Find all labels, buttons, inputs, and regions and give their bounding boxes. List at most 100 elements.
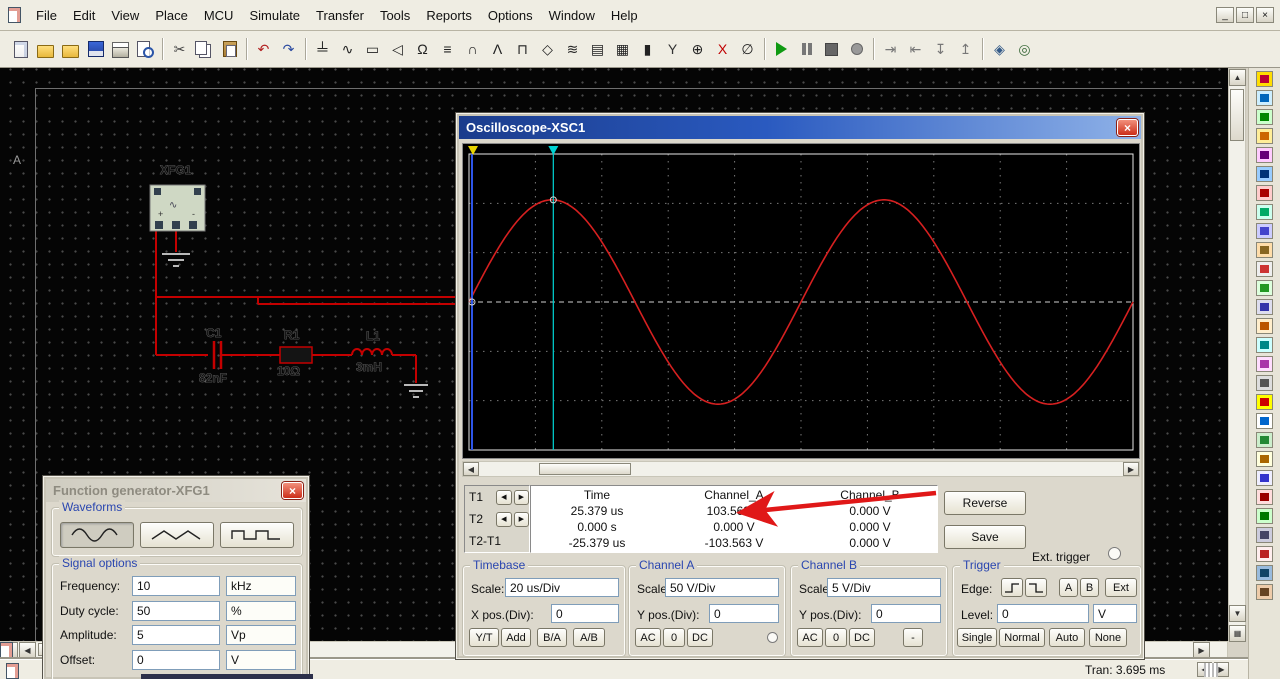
step-over-icon[interactable]: ↧ — [928, 37, 953, 62]
paste-icon[interactable] — [217, 37, 242, 62]
trigger-auto-button[interactable]: Auto — [1049, 628, 1085, 647]
scroll-down-button[interactable]: ▼ — [1229, 605, 1246, 622]
channel-a-zero-button[interactable]: 0 — [663, 628, 685, 647]
copy-icon[interactable] — [192, 37, 217, 62]
t2-left-button[interactable]: ◀ — [496, 511, 512, 527]
ba-mode-button[interactable]: B/A — [537, 628, 567, 647]
place-resistor-icon[interactable]: Ω — [410, 37, 435, 62]
place-bus-icon[interactable]: ≡ — [435, 37, 460, 62]
parts-bin-icon-17[interactable] — [1256, 375, 1273, 391]
capacitor-c1[interactable] — [212, 341, 223, 369]
menu-view[interactable]: View — [103, 4, 147, 27]
rising-edge-button[interactable] — [1001, 578, 1023, 597]
channel-b-dc-button[interactable]: DC — [849, 628, 875, 647]
scope-scroll-left-button[interactable]: ◀ — [463, 462, 479, 476]
menu-edit[interactable]: Edit — [65, 4, 103, 27]
scroll-right-button[interactable]: ▶ — [1193, 642, 1210, 658]
parts-bin-icon-10[interactable] — [1256, 242, 1273, 258]
place-transistor-icon[interactable]: Λ — [485, 37, 510, 62]
parts-bin-icon-7[interactable] — [1256, 185, 1273, 201]
analysis-icon[interactable]: ◎ — [1012, 37, 1037, 62]
channel-a-dc-button[interactable]: DC — [687, 628, 713, 647]
ground-symbol[interactable] — [162, 253, 190, 267]
step-back-icon[interactable]: ↥ — [953, 37, 978, 62]
frequency-field[interactable]: 10 — [132, 576, 220, 596]
parts-bin-icon-28[interactable] — [1256, 584, 1273, 600]
menu-simulate[interactable]: Simulate — [241, 4, 308, 27]
channel-b-ypos-field[interactable]: 0 — [871, 604, 941, 623]
scope-scrollbar[interactable]: ◀ ▶ — [462, 461, 1140, 477]
resistor-r1[interactable] — [279, 346, 313, 364]
sheet-tab-icon[interactable] — [1, 642, 18, 658]
parts-bin-icon-25[interactable] — [1256, 527, 1273, 543]
menu-help[interactable]: Help — [603, 4, 646, 27]
parts-bin-icon-6[interactable] — [1256, 166, 1273, 182]
timebase-xpos-field[interactable]: 0 — [551, 604, 619, 623]
pause-simulation-icon[interactable] — [794, 37, 819, 62]
save-button[interactable]: Save — [944, 525, 1026, 549]
wires[interactable] — [155, 231, 470, 383]
grapher-icon[interactable]: ◈ — [987, 37, 1012, 62]
place-diode-icon[interactable]: ◁ — [385, 37, 410, 62]
add-mode-button[interactable]: Add — [501, 628, 531, 647]
channel-b-zero-button[interactable]: 0 — [825, 628, 847, 647]
trigger-b-button[interactable]: B — [1080, 578, 1099, 597]
timebase-scale-field[interactable]: 20 us/Div — [505, 578, 619, 597]
save-icon[interactable] — [83, 37, 108, 62]
parts-bin-icon-27[interactable] — [1256, 565, 1273, 581]
parts-bin-icon-20[interactable] — [1256, 432, 1273, 448]
triangle-wave-button[interactable] — [140, 522, 214, 548]
parts-bin-icon-3[interactable] — [1256, 109, 1273, 125]
bom-icon[interactable]: X — [710, 37, 735, 62]
duty-cycle-field[interactable]: 50 — [132, 601, 220, 621]
offset-field[interactable]: 0 — [132, 650, 220, 670]
inductor-l1[interactable] — [351, 348, 393, 356]
place-ground-icon[interactable]: ╧ — [310, 37, 335, 62]
parts-bin-icon-13[interactable] — [1256, 299, 1273, 315]
parts-bin-icon-18[interactable] — [1256, 394, 1273, 410]
open-folder-icon[interactable] — [33, 37, 58, 62]
parts-bin-icon-24[interactable] — [1256, 508, 1273, 524]
restore-button[interactable]: □ — [1236, 7, 1254, 23]
channel-a-ac-button[interactable]: AC — [635, 628, 661, 647]
function-generator-close-button[interactable]: × — [282, 482, 303, 499]
canvas-vertical-scrollbar[interactable]: ▲ ▼ ▦ — [1228, 68, 1246, 642]
parts-bin-icon-22[interactable] — [1256, 470, 1273, 486]
scroll-left-button[interactable]: ◀ — [19, 642, 36, 658]
amplitude-field[interactable]: 5 — [132, 625, 220, 645]
run-simulation-icon[interactable] — [769, 37, 794, 62]
close-button[interactable]: × — [1256, 7, 1274, 23]
trigger-level-field[interactable]: 0 — [997, 604, 1089, 623]
parts-bin-icon-14[interactable] — [1256, 318, 1273, 334]
square-wave-button[interactable] — [220, 522, 294, 548]
ground-symbol[interactable] — [404, 384, 428, 398]
minimize-button[interactable]: _ — [1216, 7, 1234, 23]
cut-icon[interactable]: ✂ — [167, 37, 192, 62]
place-ttl-icon[interactable]: ≋ — [560, 37, 585, 62]
open-samples-icon[interactable] — [58, 37, 83, 62]
parts-bin-icon-12[interactable] — [1256, 280, 1273, 296]
frequency-unit-field[interactable]: kHz — [226, 576, 296, 596]
place-hierarchical-icon[interactable]: Y — [660, 37, 685, 62]
reverse-button[interactable]: Reverse — [944, 491, 1026, 515]
place-advanced-icon[interactable]: ▮ — [635, 37, 660, 62]
channel-b-invert-button[interactable]: - — [903, 628, 923, 647]
redo-icon[interactable]: ↷ — [276, 37, 301, 62]
parts-bin-icon-5[interactable] — [1256, 147, 1273, 163]
trigger-ext-button[interactable]: Ext — [1105, 578, 1137, 597]
menu-mcu[interactable]: MCU — [196, 4, 242, 27]
menu-reports[interactable]: Reports — [418, 4, 480, 27]
t2-right-button[interactable]: ▶ — [513, 511, 529, 527]
new-document-icon[interactable] — [8, 37, 33, 62]
place-misc-parts-icon[interactable]: ▦ — [610, 37, 635, 62]
parts-bin-icon-1[interactable] — [1256, 71, 1273, 87]
place-inductor-icon[interactable]: ∩ — [460, 37, 485, 62]
trigger-normal-button[interactable]: Normal — [999, 628, 1045, 647]
ext-trigger-terminal[interactable] — [1108, 547, 1121, 560]
parts-bin-icon-8[interactable] — [1256, 204, 1273, 220]
place-source-icon[interactable]: ∿ — [335, 37, 360, 62]
channel-a-scale-field[interactable]: 50 V/Div — [665, 578, 779, 597]
parts-bin-icon-15[interactable] — [1256, 337, 1273, 353]
resize-grip[interactable] — [1204, 663, 1218, 677]
ab-mode-button[interactable]: A/B — [573, 628, 605, 647]
